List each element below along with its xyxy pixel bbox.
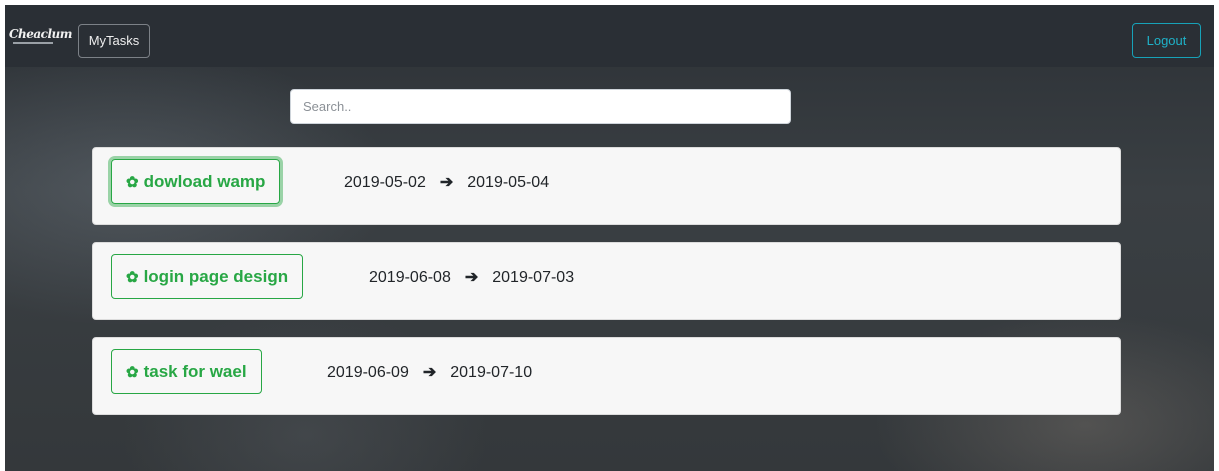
logout-button[interactable]: Logout xyxy=(1132,23,1201,58)
task-button[interactable]: ✿ task for wael xyxy=(111,349,262,394)
arrow-right-icon: ➔ xyxy=(464,269,479,286)
app-logo[interactable]: Cheaclum xyxy=(9,27,72,49)
task-card: ✿ login page design 2019-06-08 ➔ 2019-07-03 xyxy=(92,242,1121,320)
gear-icon: ✿ xyxy=(126,269,139,286)
start-date: 2019-06-08 xyxy=(369,269,451,286)
end-date: 2019-07-10 xyxy=(450,364,533,381)
gear-icon: ✿ xyxy=(126,174,139,191)
task-dates: 2019-05-02 ➔ 2019-05-04 xyxy=(344,172,549,192)
task-dates: 2019-06-09 ➔ 2019-07-10 xyxy=(327,362,532,382)
task-button[interactable]: ✿ dowload wamp xyxy=(111,159,281,204)
task-name: dowload wamp xyxy=(143,172,266,191)
arrow-right-icon: ➔ xyxy=(422,364,437,381)
task-dates: 2019-06-08 ➔ 2019-07-03 xyxy=(369,267,574,287)
start-date: 2019-06-09 xyxy=(327,364,409,381)
mytasks-button[interactable]: MyTasks xyxy=(78,24,150,58)
logo-text: Cheaclum xyxy=(9,27,72,41)
task-name: task for wael xyxy=(143,362,247,381)
task-card: ✿ task for wael 2019-06-09 ➔ 2019-07-10 xyxy=(92,337,1121,415)
gear-icon: ✿ xyxy=(126,364,139,381)
task-name: login page design xyxy=(143,267,289,286)
end-date: 2019-07-03 xyxy=(492,269,575,286)
end-date: 2019-05-04 xyxy=(467,174,550,191)
search-input[interactable] xyxy=(290,89,791,124)
navbar: Cheaclum MyTasks Logout xyxy=(5,5,1214,67)
arrow-right-icon: ➔ xyxy=(439,174,454,191)
task-card: ✿ dowload wamp 2019-05-02 ➔ 2019-05-04 xyxy=(92,147,1121,225)
app-frame: Cheaclum MyTasks Logout ✿dowload wamp 20… xyxy=(5,5,1214,471)
logo-underline xyxy=(13,42,53,44)
start-date: 2019-05-02 xyxy=(344,174,426,191)
task-button[interactable]: ✿ login page design xyxy=(111,254,304,299)
